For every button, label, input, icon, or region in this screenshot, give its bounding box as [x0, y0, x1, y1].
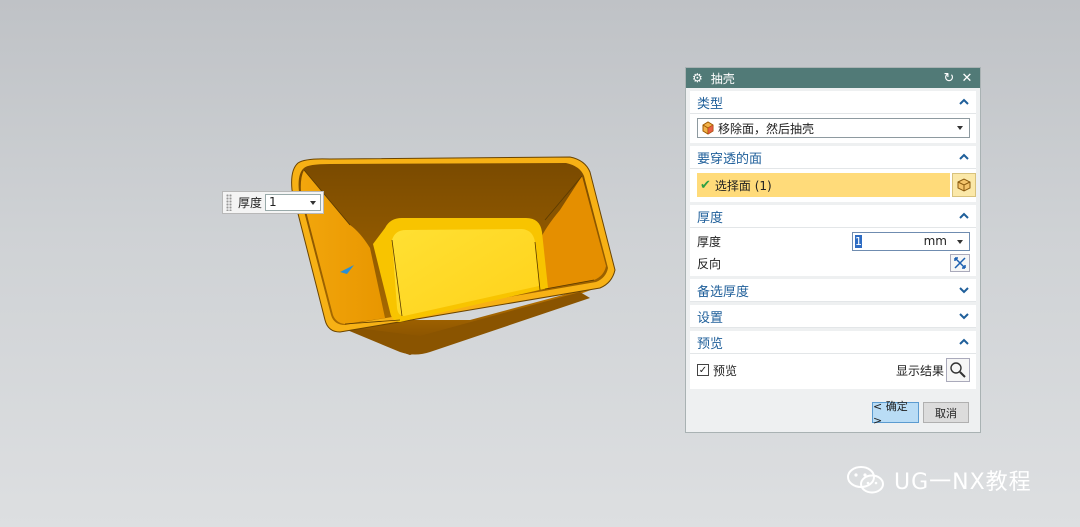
chevron-up-icon: [959, 98, 969, 105]
watermark-text: UG一NX教程: [894, 470, 1032, 495]
dialog-titlebar: ⚙ 抽壳 ↻ ✕: [686, 68, 980, 88]
chevron-up-icon: [959, 153, 969, 160]
thickness-unit: mm: [923, 234, 947, 248]
chevron-up-icon: [959, 212, 969, 219]
watermark: UG一NX教程: [846, 462, 1032, 498]
thickness-value: 1: [855, 234, 862, 248]
section-preview-header[interactable]: 预览: [690, 331, 976, 354]
section-pierce-header[interactable]: 要穿透的面: [690, 146, 976, 169]
chevron-down-icon: [959, 287, 969, 294]
magnifier-icon: [950, 362, 966, 378]
select-face-row[interactable]: ✔ 选择面 (1): [697, 173, 976, 197]
reverse-direction-icon: [954, 257, 966, 269]
chevron-down-icon: [310, 201, 317, 205]
wechat-icon: [847, 466, 884, 494]
thickness-popup-input[interactable]: 1: [265, 194, 322, 211]
type-select-value: 移除面，然后抽壳: [718, 121, 815, 136]
section-alt-thickness-header[interactable]: 备选厚度: [690, 279, 976, 302]
face-select-button[interactable]: [952, 173, 976, 197]
cancel-button[interactable]: 取消: [923, 402, 969, 423]
check-icon: ✔: [700, 177, 711, 193]
shell-dialog: ⚙ 抽壳 ↻ ✕ 类型 移除面，然后抽壳 要穿透的面 ✔ 选择面 (1) 厚度 …: [685, 67, 981, 433]
reset-icon[interactable]: ↻: [942, 71, 956, 86]
section-thickness: 厚度 厚度 1 mm 反向: [690, 205, 976, 276]
thickness-popup[interactable]: 厚度 1: [222, 191, 324, 214]
chevron-down-icon: [959, 313, 969, 320]
section-thickness-header[interactable]: 厚度: [690, 205, 976, 228]
reverse-label: 反向: [697, 256, 722, 271]
cube-face-icon: [957, 178, 971, 192]
preview-checkbox[interactable]: ✓: [697, 364, 709, 376]
section-settings-header[interactable]: 设置: [690, 305, 976, 328]
chevron-up-icon: [959, 338, 969, 345]
type-select[interactable]: 移除面，然后抽壳: [697, 118, 970, 138]
ok-button[interactable]: < 确定 >: [872, 400, 919, 427]
gear-icon[interactable]: ⚙: [692, 71, 703, 85]
preview-label: 预览: [713, 363, 738, 378]
select-face-label: 选择面 (1): [714, 178, 772, 193]
thickness-label: 厚度: [697, 234, 722, 249]
thickness-input[interactable]: 1 mm: [852, 231, 970, 251]
shell-type-icon: [702, 121, 714, 135]
chevron-down-icon: [957, 126, 963, 130]
reverse-direction-button[interactable]: [950, 254, 970, 272]
show-result-label: 显示结果: [895, 363, 944, 378]
close-icon[interactable]: ✕: [960, 71, 974, 86]
thickness-popup-label: 厚度: [238, 196, 263, 210]
section-type: 类型 移除面，然后抽壳: [690, 91, 976, 143]
section-preview: 预览 ✓ 预览 显示结果: [690, 331, 976, 389]
section-settings: 设置: [690, 305, 976, 328]
show-result-button[interactable]: [946, 358, 970, 382]
drag-handle[interactable]: [226, 194, 232, 211]
dialog-title: 抽壳: [710, 71, 735, 86]
section-alt-thickness: 备选厚度: [690, 279, 976, 302]
chevron-down-icon: [957, 239, 963, 244]
section-pierce-faces: 要穿透的面 ✔ 选择面 (1): [690, 146, 976, 202]
section-type-header[interactable]: 类型: [690, 91, 976, 114]
